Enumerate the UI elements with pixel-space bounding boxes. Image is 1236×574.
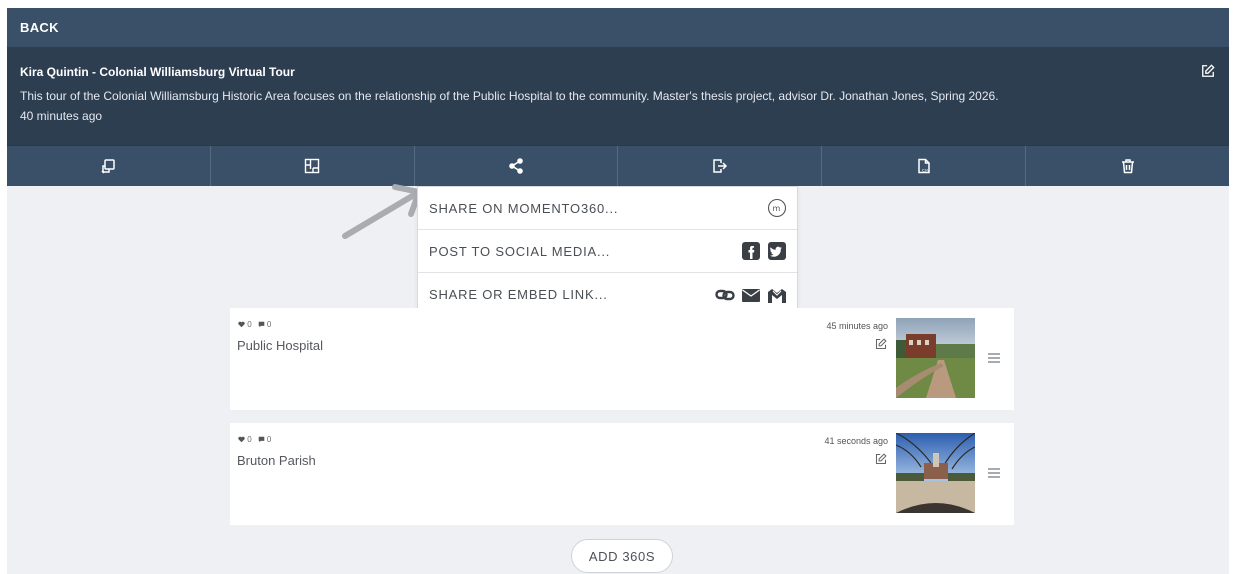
app-frame: BACK Kira Quintin - Colonial Williamsbur… [7, 8, 1229, 574]
email-icon[interactable] [741, 285, 761, 305]
scene-thumbnail[interactable] [896, 318, 975, 398]
scene-stats: 0 0 [238, 435, 271, 444]
comment-icon [258, 437, 264, 443]
drag-handle-icon[interactable] [988, 468, 1000, 478]
heart-icon [238, 322, 245, 328]
pointer-arrow-icon [342, 184, 422, 239]
share-button[interactable] [415, 146, 619, 186]
heart-icon [238, 437, 245, 443]
tour-title: Kira Quintin - Colonial Williamsburg Vir… [20, 65, 295, 79]
comment-icon [258, 322, 264, 328]
rotate-tour-button[interactable] [7, 146, 211, 186]
scene-card[interactable]: 0 0 Bruton Parish 41 seconds ago [230, 423, 1014, 525]
delete-button[interactable] [1026, 146, 1229, 186]
scene-name: Public Hospital [237, 338, 323, 353]
scene-updated: 45 minutes ago [826, 321, 888, 331]
csv-icon: csv [917, 158, 930, 174]
link-icon[interactable] [715, 285, 735, 305]
tour-updated: 40 minutes ago [20, 109, 103, 123]
tour-description: This tour of the Colonial Williamsburg H… [20, 89, 999, 103]
scene-thumbnail[interactable] [896, 433, 975, 513]
add-360s-button[interactable]: ADD 360S [571, 539, 673, 573]
edit-icon[interactable] [875, 338, 887, 350]
facebook-icon[interactable] [741, 241, 761, 261]
likes-count: 0 [247, 435, 252, 444]
share-momento-item[interactable]: SHARE ON MOMENTO360... m [418, 187, 797, 230]
edit-icon[interactable] [1201, 64, 1215, 78]
back-button[interactable]: BACK [7, 8, 1229, 47]
svg-text:m: m [773, 204, 782, 213]
tour-info-panel: Kira Quintin - Colonial Williamsburg Vir… [7, 47, 1229, 145]
tour-toolbar: csv [7, 145, 1229, 186]
csv-export-button[interactable]: csv [822, 146, 1027, 186]
floorplan-icon [305, 158, 320, 174]
moodle-icon[interactable] [767, 285, 787, 305]
momento-logo-icon: m [767, 198, 787, 218]
scene-stats: 0 0 [238, 320, 271, 329]
likes-count: 0 [247, 320, 252, 329]
scene-card[interactable]: 0 0 Public Hospital 45 minutes ago [230, 308, 1014, 410]
drag-handle-icon[interactable] [988, 353, 1000, 363]
post-social-label: POST TO SOCIAL MEDIA... [429, 243, 611, 259]
share-menu: SHARE ON MOMENTO360... m POST TO SOCIAL … [417, 186, 798, 316]
edit-icon[interactable] [875, 453, 887, 465]
trash-icon [1121, 159, 1134, 174]
scene-updated: 41 seconds ago [824, 436, 888, 446]
share-momento-label: SHARE ON MOMENTO360... [429, 200, 619, 216]
export-icon [713, 159, 727, 173]
export-button[interactable] [618, 146, 823, 186]
share-icon [509, 158, 523, 174]
svg-text:csv: csv [922, 169, 930, 174]
share-link-label: SHARE OR EMBED LINK... [429, 287, 608, 302]
post-social-item[interactable]: POST TO SOCIAL MEDIA... [418, 230, 797, 273]
rotate-tour-icon [101, 159, 116, 174]
comments-count: 0 [266, 320, 272, 329]
comments-count: 0 [266, 435, 272, 444]
scene-name: Bruton Parish [237, 453, 316, 468]
twitter-icon[interactable] [767, 241, 787, 261]
